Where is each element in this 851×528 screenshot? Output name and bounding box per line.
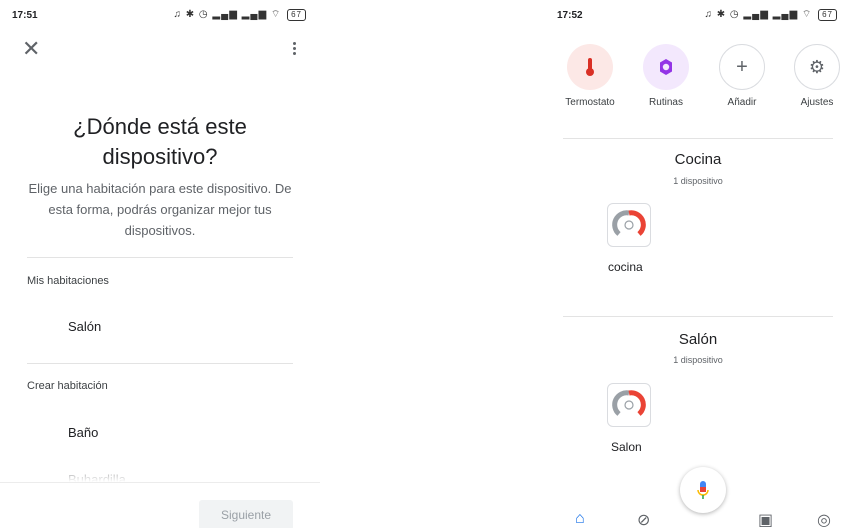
room-title-cocina[interactable]: Cocina [545,151,851,168]
routines-icon [643,44,689,90]
page-title: ¿Dónde está este dispositivo? [73,114,247,169]
scroll-fade [0,462,320,482]
add-label: Añadir [727,97,757,108]
divider [27,363,293,364]
next-button[interactable]: Siguiente [199,500,293,528]
thermometer-icon [567,44,613,90]
create-room-header: Crear habitación [27,380,108,392]
gauge-icon [612,210,646,236]
explore-icon[interactable]: ⊘ [637,510,650,528]
close-icon[interactable]: ✕ [22,38,40,60]
plus-icon: + [719,44,765,90]
room-option-salon[interactable]: Salón [68,319,101,334]
bottom-divider [0,482,320,483]
status-icons: ♫ ✱ ◷ ▂▄▆ ▂▄▆ ⌔ 67 [173,8,306,21]
device-tile-salon[interactable] [607,383,651,427]
room-picker-screen: 17:51 ♫ ✱ ◷ ▂▄▆ ▂▄▆ ⌔ 67 ✕ ¿Dónde está e… [0,0,320,528]
settings-action[interactable]: ⚙ Ajustes [782,44,851,108]
room-title-salon[interactable]: Salón [545,331,851,348]
settings-label: Ajustes [800,97,834,108]
home-screen: 17:52 ♫ ✱ ◷ ▂▄▆ ▂▄▆ ⌔ 67 Termostato Ruti… [545,0,851,528]
room-option-bano[interactable]: Baño [68,425,98,440]
account-icon[interactable]: ◎ [817,510,831,528]
thermostat-action[interactable]: Termostato [555,44,625,108]
status-time: 17:52 [557,10,583,21]
home-icon[interactable]: ⌂ [575,510,585,528]
device-name-cocina: cocina [608,260,643,274]
battery-icon: 67 [818,9,837,21]
page-description: Elige una habitación para este dispositi… [28,181,292,238]
divider [27,257,293,258]
device-tile-cocina[interactable] [607,203,651,247]
room-count-cocina: 1 dispositivo [673,176,723,186]
my-rooms-header: Mis habitaciones [27,275,109,287]
more-options-icon[interactable] [287,40,301,57]
battery-icon: 67 [287,9,306,21]
routines-action[interactable]: Rutinas [631,44,701,108]
status-bar: 17:51 ♫ ✱ ◷ ▂▄▆ ▂▄▆ ⌔ 67 [0,8,320,24]
add-action[interactable]: + Añadir [707,44,777,108]
status-time: 17:51 [12,10,38,21]
device-name-salon: Salon [611,440,642,454]
thermostat-label: Termostato [565,97,615,108]
gauge-icon [612,390,646,416]
status-bar: 17:52 ♫ ✱ ◷ ▂▄▆ ▂▄▆ ⌔ 67 [545,8,851,24]
gear-icon: ⚙ [794,44,840,90]
status-icons: ♫ ✱ ◷ ▂▄▆ ▂▄▆ ⌔ 67 [704,8,837,21]
room-count-salon: 1 dispositivo [673,355,723,365]
microphone-button[interactable] [680,467,726,513]
routines-label: Rutinas [649,97,683,108]
media-icon[interactable]: ▣ [758,510,773,528]
divider [563,138,833,139]
divider [563,316,833,317]
microphone-icon [697,481,709,499]
